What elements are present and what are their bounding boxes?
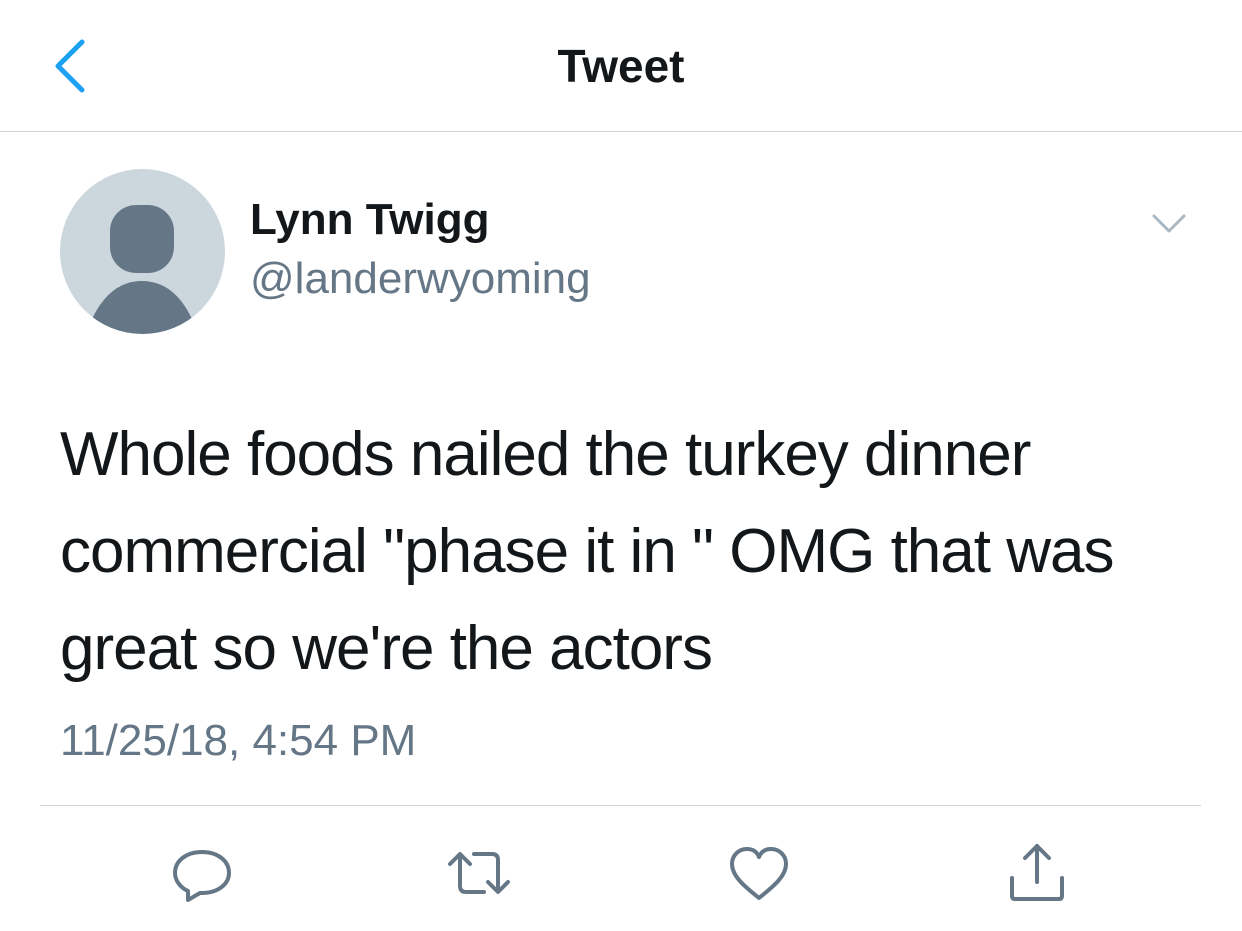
tweet-detail-screen: Tweet Lynn Twigg @landerwyoming Whole fo… bbox=[0, 0, 1242, 931]
chevron-down-icon bbox=[1152, 214, 1186, 233]
default-avatar-icon bbox=[92, 205, 192, 334]
like-button[interactable] bbox=[724, 838, 794, 908]
tweet-text: Whole foods nailed the turkey dinner com… bbox=[60, 420, 1114, 683]
tweet-menu-button[interactable] bbox=[1148, 206, 1190, 242]
divider bbox=[40, 805, 1201, 806]
author-handle[interactable]: @landerwyoming bbox=[250, 253, 591, 305]
reply-button[interactable] bbox=[167, 838, 237, 908]
retweet-icon bbox=[448, 852, 510, 894]
share-icon bbox=[1010, 844, 1064, 901]
tweet-timestamp: 11/25/18, 4:54 PM bbox=[60, 716, 417, 765]
share-button[interactable] bbox=[1002, 838, 1072, 908]
page-title: Tweet bbox=[557, 40, 685, 92]
retweet-button[interactable] bbox=[444, 838, 514, 908]
author-display-name[interactable]: Lynn Twigg bbox=[250, 194, 490, 246]
header-bar: Tweet bbox=[0, 0, 1242, 132]
heart-icon bbox=[730, 847, 788, 900]
reply-icon bbox=[173, 850, 231, 902]
avatar[interactable] bbox=[60, 169, 225, 334]
